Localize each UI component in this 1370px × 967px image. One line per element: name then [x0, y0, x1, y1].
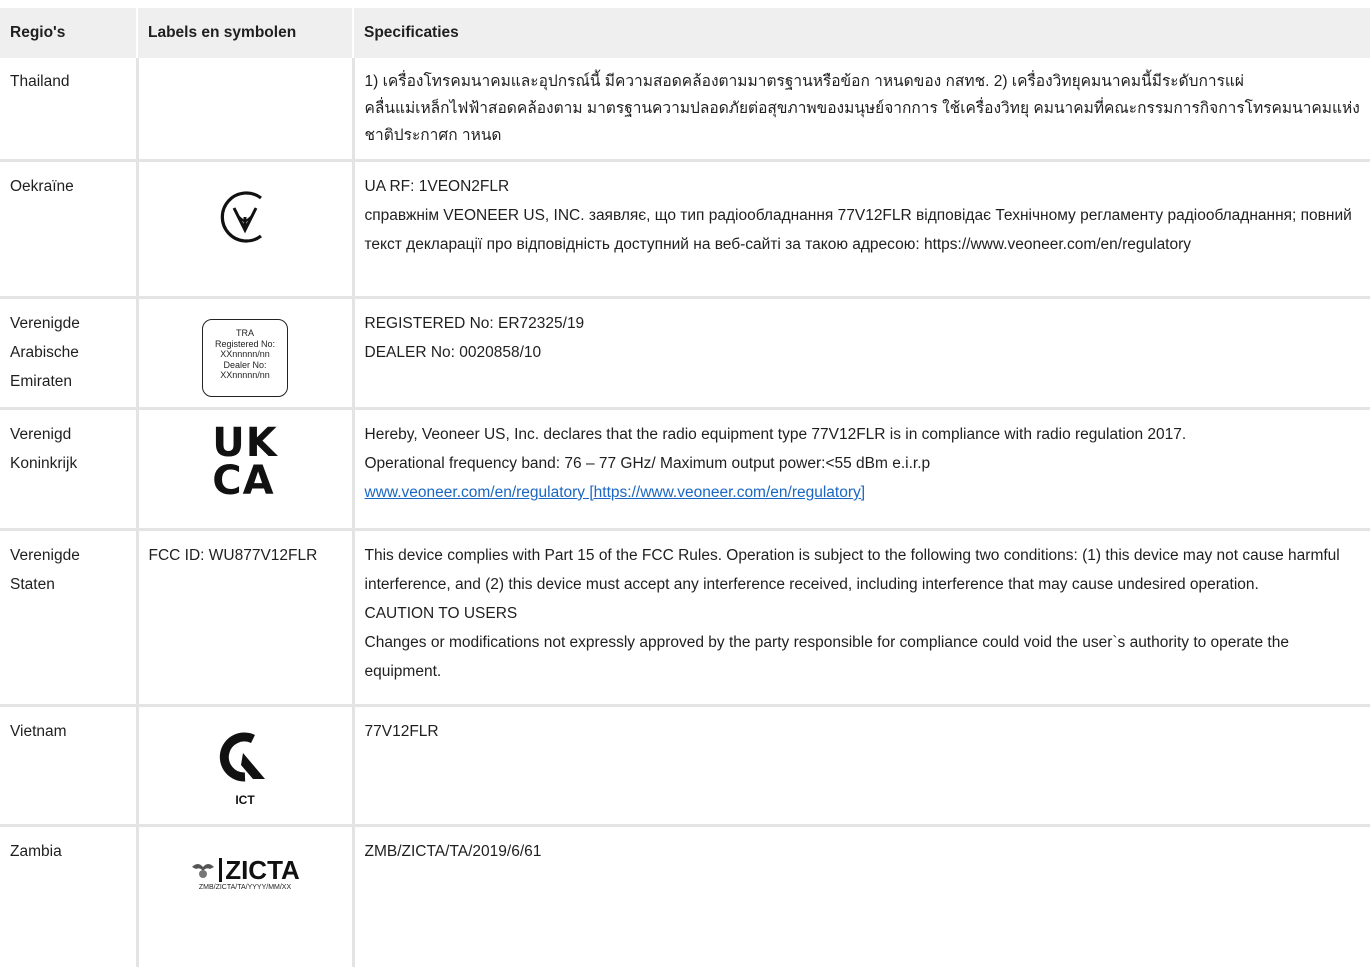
table-row: Thailand 1) เครื่องโทรคมนาคมและอุปกรณ์นี… — [0, 58, 1370, 161]
ict-logo-text: ICT — [219, 793, 271, 807]
table-row: Zambia ZICTA ZMB/ZICTA/TA/YYYY/MM/XX ZMB… — [0, 826, 1370, 967]
spec-cell: This device complies with Part 15 of the… — [353, 530, 1370, 706]
zicta-logo: ZICTA ZMB/ZICTA/TA/YYYY/MM/XX — [190, 857, 300, 893]
table-header: Regio's Labels en symbolen Specificaties — [0, 8, 1370, 58]
table-row: Vietnam ICT 77V12FLR — [0, 706, 1370, 826]
spec-cell: REGISTERED No: ER72325/19 DEALER No: 002… — [353, 298, 1370, 409]
spec-cell: 1) เครื่องโทรคมนาคมและอุปกรณ์นี้ มีความส… — [353, 58, 1370, 161]
region-cell: Oekraïne — [0, 161, 137, 298]
tra-line: TRA — [203, 328, 287, 339]
label-cell: ZICTA ZMB/ZICTA/TA/YYYY/MM/XX — [137, 826, 353, 967]
label-cell — [137, 161, 353, 298]
label-cell: UK CA — [137, 409, 353, 530]
table-row: Verenigd Koninkrijk UK CA Hereby, Veonee… — [0, 409, 1370, 530]
region-cell: Zambia — [0, 826, 137, 967]
region-cell: Thailand — [0, 58, 137, 161]
tra-label: TRA Registered No: XXnnnnn/nn Dealer No:… — [202, 319, 288, 397]
regulatory-table: Regio's Labels en symbolen Specificaties… — [0, 8, 1370, 967]
ukraine-conformity-mark-icon — [214, 186, 276, 248]
spec-line: REGISTERED No: ER72325/19 — [365, 309, 1363, 338]
spec-line: справжнім VEONEER US, INC. заявляє, що т… — [365, 201, 1363, 259]
ict-q-icon — [219, 731, 271, 783]
label-cell: TRA Registered No: XXnnnnn/nn Dealer No:… — [137, 298, 353, 409]
spec-cell: UA RF: 1VEON2FLR справжнім VEONEER US, I… — [353, 161, 1370, 298]
spec-cell: Hereby, Veoneer US, Inc. declares that t… — [353, 409, 1370, 530]
spec-line: Changes or modifications not expressly a… — [365, 628, 1363, 686]
spec-cell: 77V12FLR — [353, 706, 1370, 826]
table-row: Verenigde Arabische Emiraten TRA Registe… — [0, 298, 1370, 409]
label-cell: ICT — [137, 706, 353, 826]
zicta-eagle-icon — [190, 859, 216, 881]
label-cell: FCC ID: WU877V12FLR — [137, 530, 353, 706]
regulatory-link[interactable]: www.veoneer.com/en/regulatory [https://w… — [365, 484, 866, 501]
spec-line: UA RF: 1VEON2FLR — [365, 172, 1363, 201]
vietnam-ict-logo: ICT — [219, 731, 271, 807]
region-cell: Verenigde Arabische Emiraten — [0, 298, 137, 409]
region-cell: Verenigde Staten — [0, 530, 137, 706]
spec-line: This device complies with Part 15 of the… — [365, 541, 1363, 599]
tra-line: Registered No: — [203, 339, 287, 350]
table-row: Verenigde Staten FCC ID: WU877V12FLR Thi… — [0, 530, 1370, 706]
spec-line: CAUTION TO USERS — [365, 599, 1363, 628]
ukca-logo: UK CA — [212, 424, 277, 500]
label-cell — [137, 58, 353, 161]
spec-line: Operational frequency band: 76 – 77 GHz/… — [365, 449, 1363, 478]
ukca-logo-top: UK — [212, 424, 277, 462]
tra-line: XXnnnnn/nn — [203, 349, 287, 360]
spec-line: DEALER No: 0020858/10 — [365, 338, 1363, 367]
region-cell: Vietnam — [0, 706, 137, 826]
tra-line: XXnnnnn/nn — [203, 370, 287, 381]
region-cell: Verenigd Koninkrijk — [0, 409, 137, 530]
header-region: Regio's — [0, 8, 137, 58]
spec-line: Hereby, Veoneer US, Inc. declares that t… — [365, 420, 1363, 449]
header-specs: Specificaties — [353, 8, 1370, 58]
table-row: Oekraïne UA RF: 1VEON2FLR справжнім VEON… — [0, 161, 1370, 298]
tra-line: Dealer No: — [203, 360, 287, 371]
regulatory-page: Regio's Labels en symbolen Specificaties… — [0, 0, 1370, 964]
zicta-logo-text: ZICTA — [225, 857, 300, 883]
zicta-logo-sub: ZMB/ZICTA/TA/YYYY/MM/XX — [190, 883, 300, 893]
header-labels: Labels en symbolen — [137, 8, 353, 58]
ukca-logo-bottom: CA — [212, 462, 277, 500]
spec-cell: ZMB/ZICTA/TA/2019/6/61 — [353, 826, 1370, 967]
